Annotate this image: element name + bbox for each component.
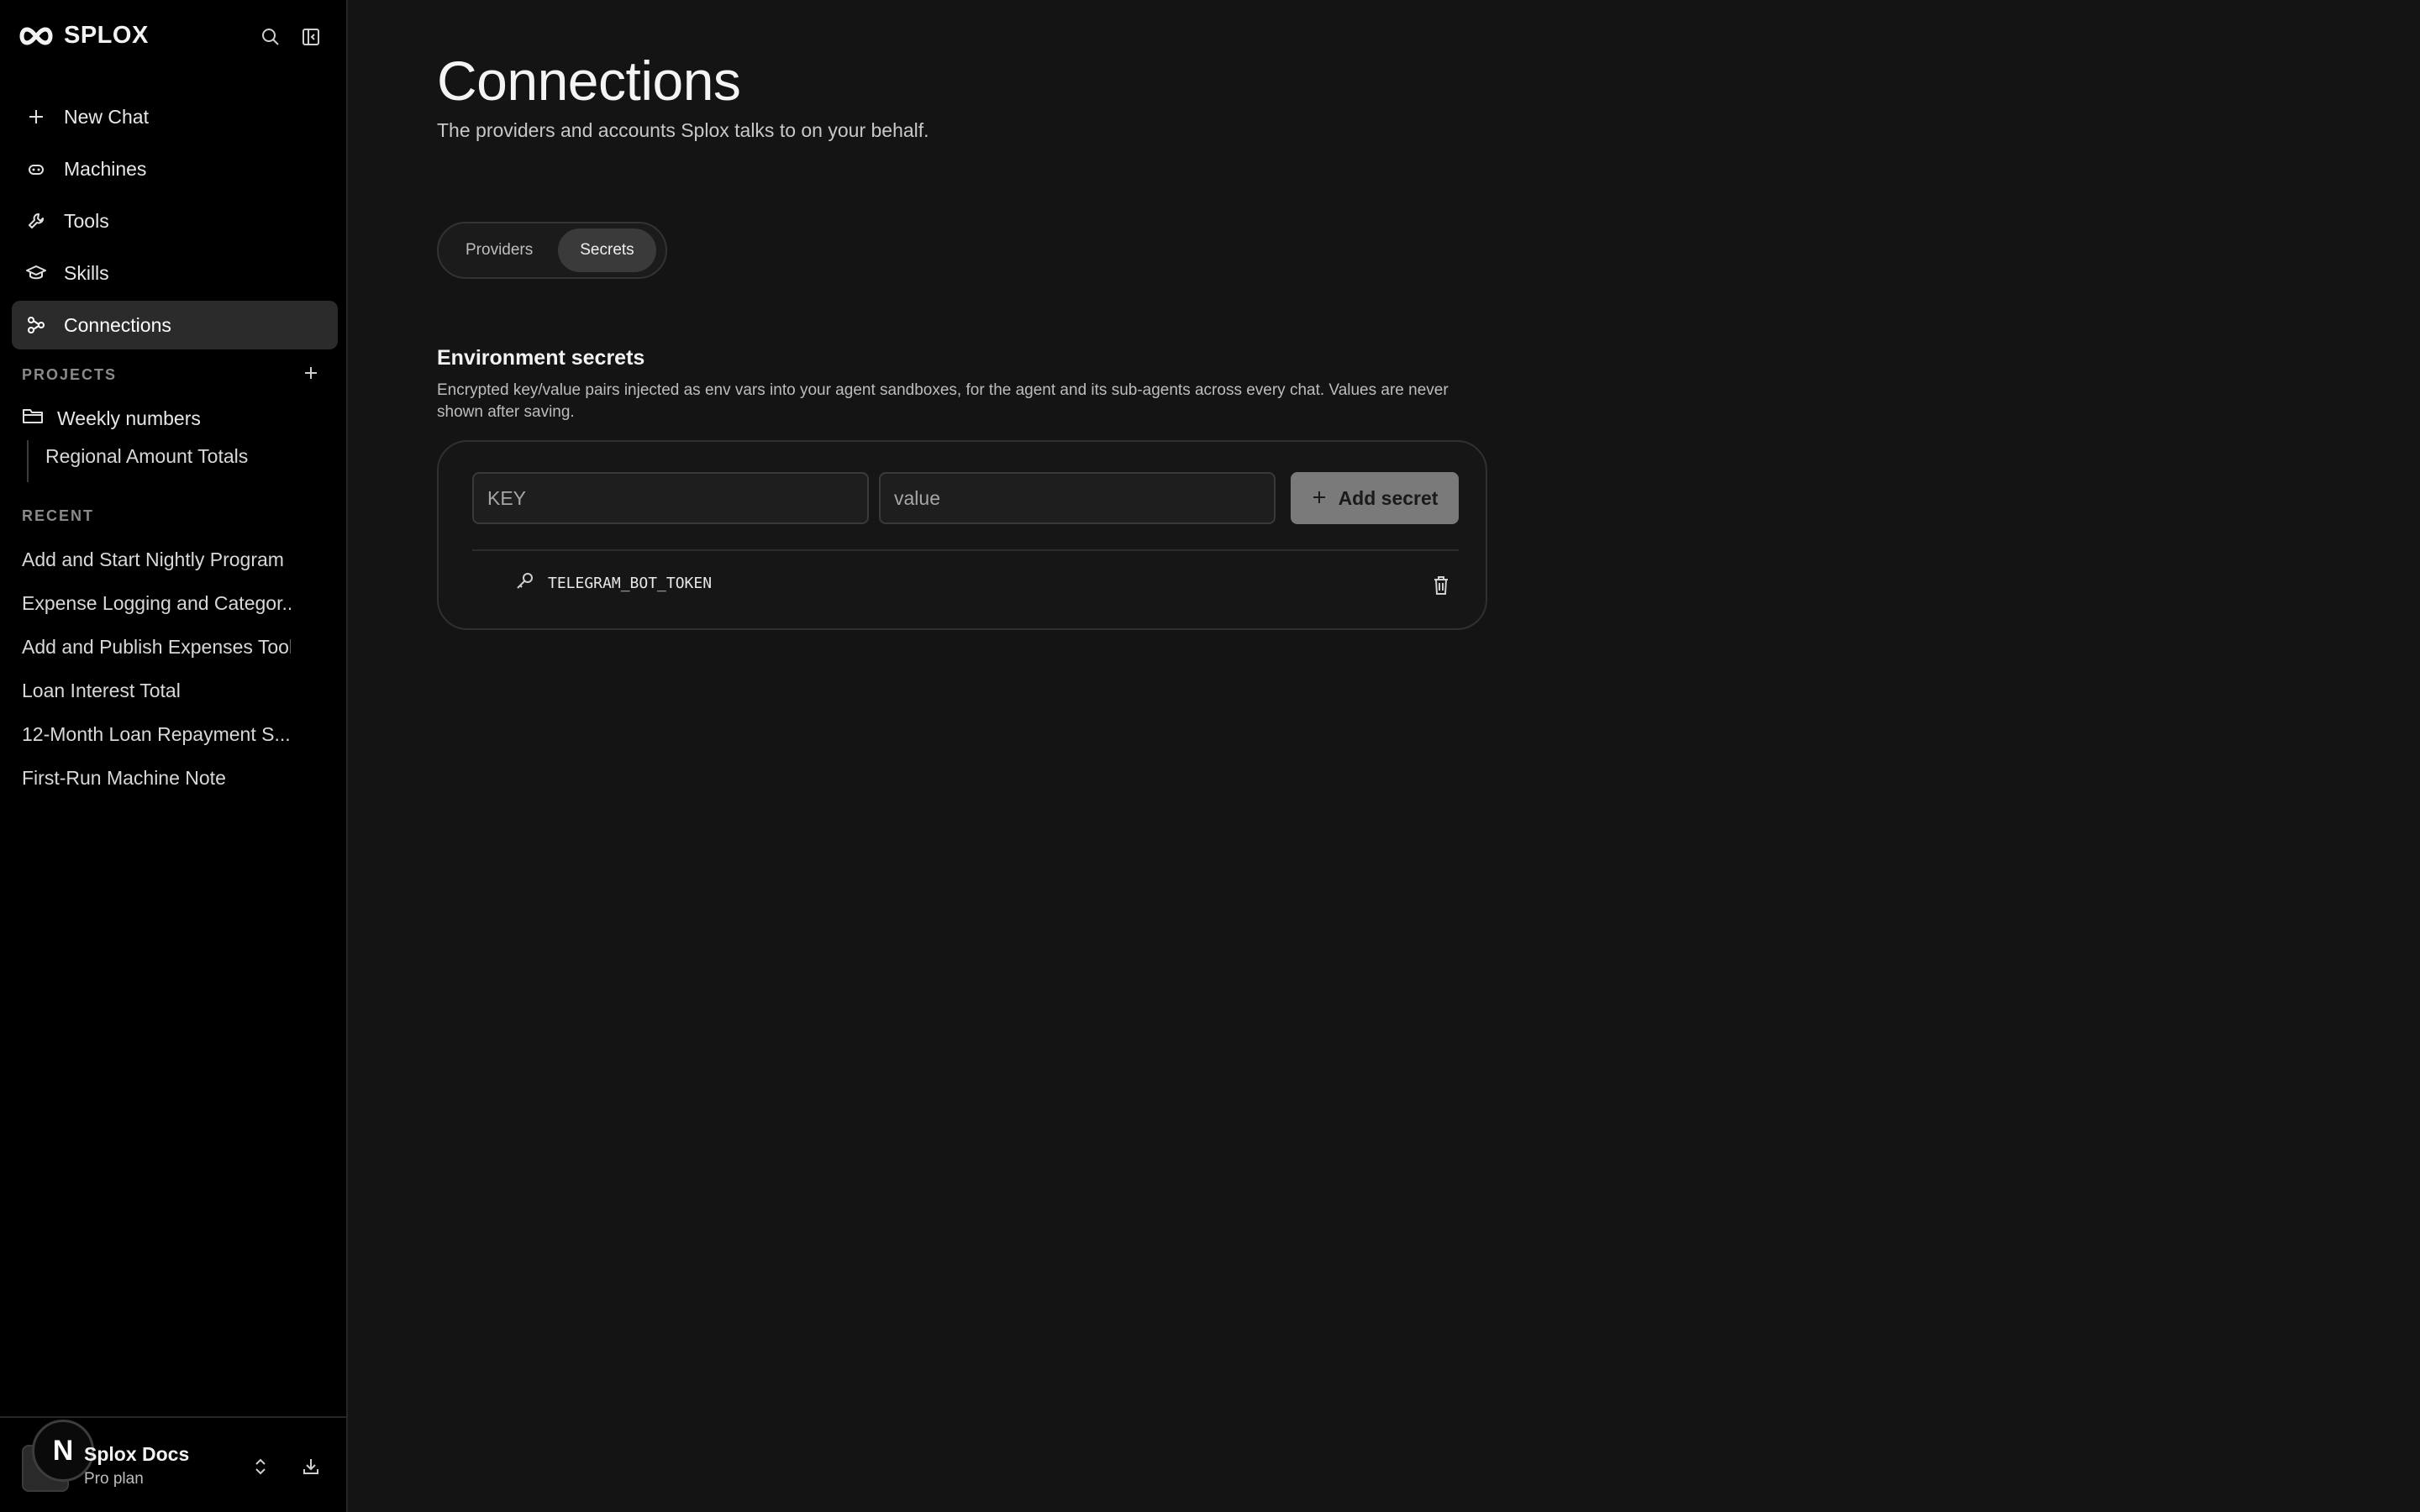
secret-key-input[interactable]	[472, 472, 869, 524]
page-subtitle: The providers and accounts Splox talks t…	[437, 119, 929, 141]
tab-bar: Providers Secrets	[437, 222, 667, 279]
recent-chat-item[interactable]: Expense Logging and Categor...	[22, 581, 291, 625]
account-switcher[interactable]: N Splox Docs Pro plan	[0, 1416, 348, 1512]
nav-tools[interactable]: Tools	[12, 197, 338, 245]
projects-label: PROJECTS	[22, 366, 118, 383]
project-chat-regional-amount-totals[interactable]: Regional Amount Totals	[45, 445, 248, 468]
nav-machines[interactable]: Machines	[12, 144, 338, 193]
recent-chat-item[interactable]: First-Run Machine Note	[22, 756, 291, 800]
recent-chat-item[interactable]: Add and Start Nightly Program	[22, 538, 291, 581]
nav-label: Connections	[64, 313, 171, 336]
nav-skills[interactable]: Skills	[12, 249, 338, 297]
key-icon	[514, 571, 534, 596]
recent-chat-item[interactable]: Loan Interest Total	[22, 669, 291, 712]
account-plan: Pro plan	[84, 1470, 144, 1488]
add-project-icon[interactable]	[299, 361, 323, 385]
recent-chat-item[interactable]: Add and Publish Expenses Tool	[22, 625, 291, 669]
tab-providers[interactable]: Providers	[444, 228, 555, 272]
secrets-card: Add secret TELEGRAM_BOT_TOKEN	[437, 440, 1487, 630]
infinity-logo-icon	[19, 26, 53, 45]
secret-name: TELEGRAM_BOT_TOKEN	[548, 575, 713, 592]
recent-list: Add and Start Nightly Program Expense Lo…	[22, 538, 291, 800]
collapse-sidebar-icon[interactable]	[297, 24, 324, 50]
delete-secret-icon[interactable]	[1428, 573, 1454, 598]
secret-row: TELEGRAM_BOT_TOKEN	[472, 564, 1459, 608]
page-title: Connections	[437, 50, 741, 112]
recent-chat-item[interactable]: 12-Month Loan Repayment S...	[22, 712, 291, 756]
nav-label: Machines	[64, 157, 147, 180]
nav-new-chat[interactable]: New Chat	[12, 92, 338, 141]
secret-key: TELEGRAM_BOT_TOKEN	[514, 571, 712, 596]
brand-name: SPLOX	[64, 22, 149, 49]
wrench-icon	[25, 210, 47, 232]
account-name: Splox Docs	[84, 1443, 190, 1465]
chevron-up-down-icon[interactable]	[249, 1455, 272, 1478]
secret-value-input[interactable]	[879, 472, 1276, 524]
divider	[472, 549, 1459, 551]
robot-icon	[25, 158, 47, 180]
section-heading: Environment secrets	[437, 346, 645, 370]
sidebar: SPLOX New Chat Machines Tools Skills Con…	[0, 0, 348, 1512]
add-secret-button[interactable]: Add secret	[1291, 472, 1459, 524]
section-description: Encrypted key/value pairs injected as en…	[437, 381, 1449, 421]
brand-logo[interactable]: SPLOX	[17, 22, 149, 50]
main-nav: New Chat Machines Tools Skills Connectio…	[12, 92, 338, 353]
plus-icon	[25, 106, 47, 128]
project-tree-line	[27, 440, 29, 482]
connections-icon	[25, 314, 47, 336]
recent-label: RECENT	[22, 507, 95, 524]
nav-connections[interactable]: Connections	[12, 301, 338, 349]
tab-secrets[interactable]: Secrets	[558, 228, 656, 272]
plus-icon	[1312, 487, 1327, 510]
main-content: Connections The providers and accounts S…	[348, 0, 2420, 1512]
search-icon[interactable]	[257, 24, 284, 50]
graduation-cap-icon	[25, 262, 47, 284]
project-weekly-numbers[interactable]: Weekly numbers	[22, 402, 201, 435]
project-label: Weekly numbers	[57, 407, 201, 429]
folder-icon	[22, 407, 44, 430]
nav-label: Skills	[64, 261, 109, 284]
add-secret-label: Add secret	[1338, 486, 1439, 509]
nav-label: Tools	[64, 209, 109, 232]
nav-label: New Chat	[64, 105, 149, 128]
download-icon[interactable]	[299, 1455, 323, 1478]
